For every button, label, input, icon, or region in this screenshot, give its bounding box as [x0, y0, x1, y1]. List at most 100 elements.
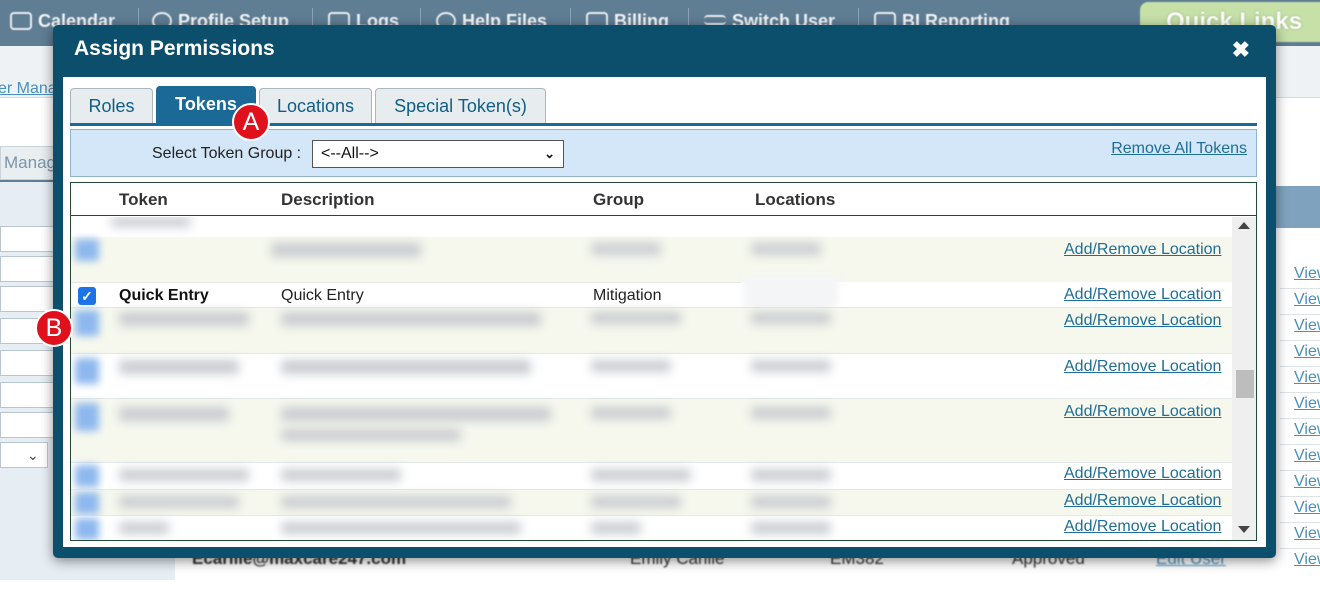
users-table-header — [1275, 186, 1320, 228]
view-link[interactable]: View — [1294, 551, 1320, 569]
row-divider — [1280, 366, 1320, 367]
add-remove-location-link[interactable]: Add/Remove Location — [1064, 518, 1221, 536]
table-row: Add/Remove Location — [71, 353, 1232, 398]
blurred-text — [119, 496, 239, 508]
filter-field[interactable] — [0, 286, 56, 312]
tab-special-tokens[interactable]: Special Token(s) — [375, 88, 546, 125]
table-row: Add/Remove Location — [71, 489, 1232, 515]
view-link[interactable]: View — [1294, 317, 1320, 335]
filter-field[interactable] — [0, 412, 56, 438]
modal-title: Assign Permissions — [74, 37, 275, 60]
row-divider — [1280, 470, 1320, 471]
scroll-up-arrow-icon[interactable] — [1238, 222, 1250, 229]
view-link[interactable]: View — [1294, 369, 1320, 387]
row-divider — [1280, 340, 1320, 341]
tab-locations[interactable]: Locations — [259, 88, 372, 125]
add-remove-location-link[interactable]: Add/Remove Location — [1064, 465, 1221, 483]
column-header-description: Description — [281, 190, 375, 209]
filter-field[interactable] — [0, 382, 56, 408]
blurred-checkbox — [75, 403, 99, 431]
blurred-text — [751, 243, 821, 255]
table-row: Add/Remove Location — [71, 515, 1232, 540]
view-link[interactable]: View — [1294, 343, 1320, 361]
chevron-down-icon: ⌄ — [544, 146, 555, 161]
blurred-text — [119, 360, 239, 374]
filter-field[interactable] — [0, 350, 56, 376]
table-row: Add/Remove Location — [71, 307, 1232, 353]
blurred-text — [591, 469, 691, 481]
blurred-text — [591, 243, 661, 255]
blurred-text — [281, 407, 551, 421]
blurred-checkbox — [75, 239, 99, 261]
view-link[interactable]: View — [1294, 421, 1320, 439]
blurred-text — [111, 217, 191, 227]
row-divider — [1280, 522, 1320, 523]
add-remove-location-link[interactable]: Add/Remove Location — [1064, 492, 1221, 510]
blurred-text — [591, 360, 671, 372]
remove-all-tokens-link[interactable]: Remove All Tokens — [1111, 140, 1247, 158]
row-divider — [1280, 288, 1320, 289]
add-remove-location-link[interactable]: Add/Remove Location — [1064, 403, 1221, 421]
tokens-grid: Token Description Group Locations Add/Re… — [70, 182, 1257, 541]
row-divider — [1280, 314, 1320, 315]
blurred-text — [591, 496, 681, 508]
tab-roles[interactable]: Roles — [70, 88, 153, 125]
view-link[interactable]: View — [1294, 395, 1320, 413]
quick-entry-group: Mitigation — [593, 287, 662, 304]
view-link[interactable]: View — [1294, 265, 1320, 283]
view-link[interactable]: View — [1294, 525, 1320, 543]
add-remove-location-link[interactable]: Add/Remove Location — [1064, 286, 1221, 304]
blurred-text — [751, 407, 831, 419]
chevron-down-icon: ⌄ — [27, 447, 39, 463]
user-management-link[interactable]: er Mana — [0, 80, 57, 98]
quick-entry-token: Quick Entry — [119, 287, 209, 304]
blurred-text — [751, 496, 831, 508]
blurred-text — [751, 469, 831, 481]
blurred-checkbox — [75, 465, 99, 487]
scroll-down-arrow-icon[interactable] — [1238, 526, 1250, 533]
token-group-selected: <--All--> — [321, 145, 379, 162]
blurred-text — [281, 360, 531, 374]
blurred-checkbox — [75, 518, 99, 540]
view-link[interactable]: View — [1294, 473, 1320, 491]
view-link[interactable]: View — [1294, 499, 1320, 517]
add-remove-location-link[interactable]: Add/Remove Location — [1064, 241, 1221, 259]
filter-field[interactable] — [0, 226, 56, 252]
add-remove-location-link[interactable]: Add/Remove Location — [1064, 312, 1221, 330]
grid-scrollbar[interactable] — [1232, 217, 1256, 540]
add-remove-location-link[interactable]: Add/Remove Location — [1064, 358, 1221, 376]
column-header-group: Group — [593, 190, 644, 209]
blurred-checkbox — [75, 358, 99, 384]
blurred-text — [119, 469, 249, 481]
blurred-text — [751, 312, 831, 324]
quick-entry-row: ✓ Quick Entry Quick Entry Mitigation — [71, 282, 741, 307]
close-icon[interactable]: ✖ — [1232, 37, 1250, 63]
blurred-text — [281, 469, 401, 481]
blurred-checkbox — [75, 310, 99, 336]
table-row: Add/Remove Location — [71, 462, 1232, 489]
row-divider — [1280, 496, 1320, 497]
blurred-text — [751, 522, 831, 534]
filter-select[interactable]: ⌄ — [0, 442, 48, 468]
quick-entry-checkbox[interactable]: ✓ — [78, 287, 96, 305]
column-header-token: Token — [119, 190, 168, 209]
calendar-icon — [10, 12, 32, 30]
blurred-text — [271, 243, 421, 257]
blurred-text — [119, 407, 229, 421]
blurred-locations — [743, 275, 838, 307]
blurred-text — [119, 312, 249, 326]
filter-field[interactable] — [0, 256, 56, 282]
view-link[interactable]: View — [1294, 291, 1320, 309]
row-divider — [1280, 444, 1320, 445]
view-link[interactable]: View — [1294, 447, 1320, 465]
blurred-text — [591, 522, 641, 534]
row-divider — [1280, 418, 1320, 419]
blurred-text — [281, 312, 541, 326]
column-header-locations: Locations — [755, 190, 836, 209]
switch-user-icon — [704, 15, 726, 25]
blurred-text — [281, 429, 461, 441]
token-group-select[interactable]: <--All--> ⌄ — [312, 140, 564, 168]
marker-a: A — [232, 103, 270, 141]
scroll-thumb[interactable] — [1236, 370, 1254, 398]
app-root: Calendar Profile Setup Logs Help Files B… — [0, 0, 1320, 612]
